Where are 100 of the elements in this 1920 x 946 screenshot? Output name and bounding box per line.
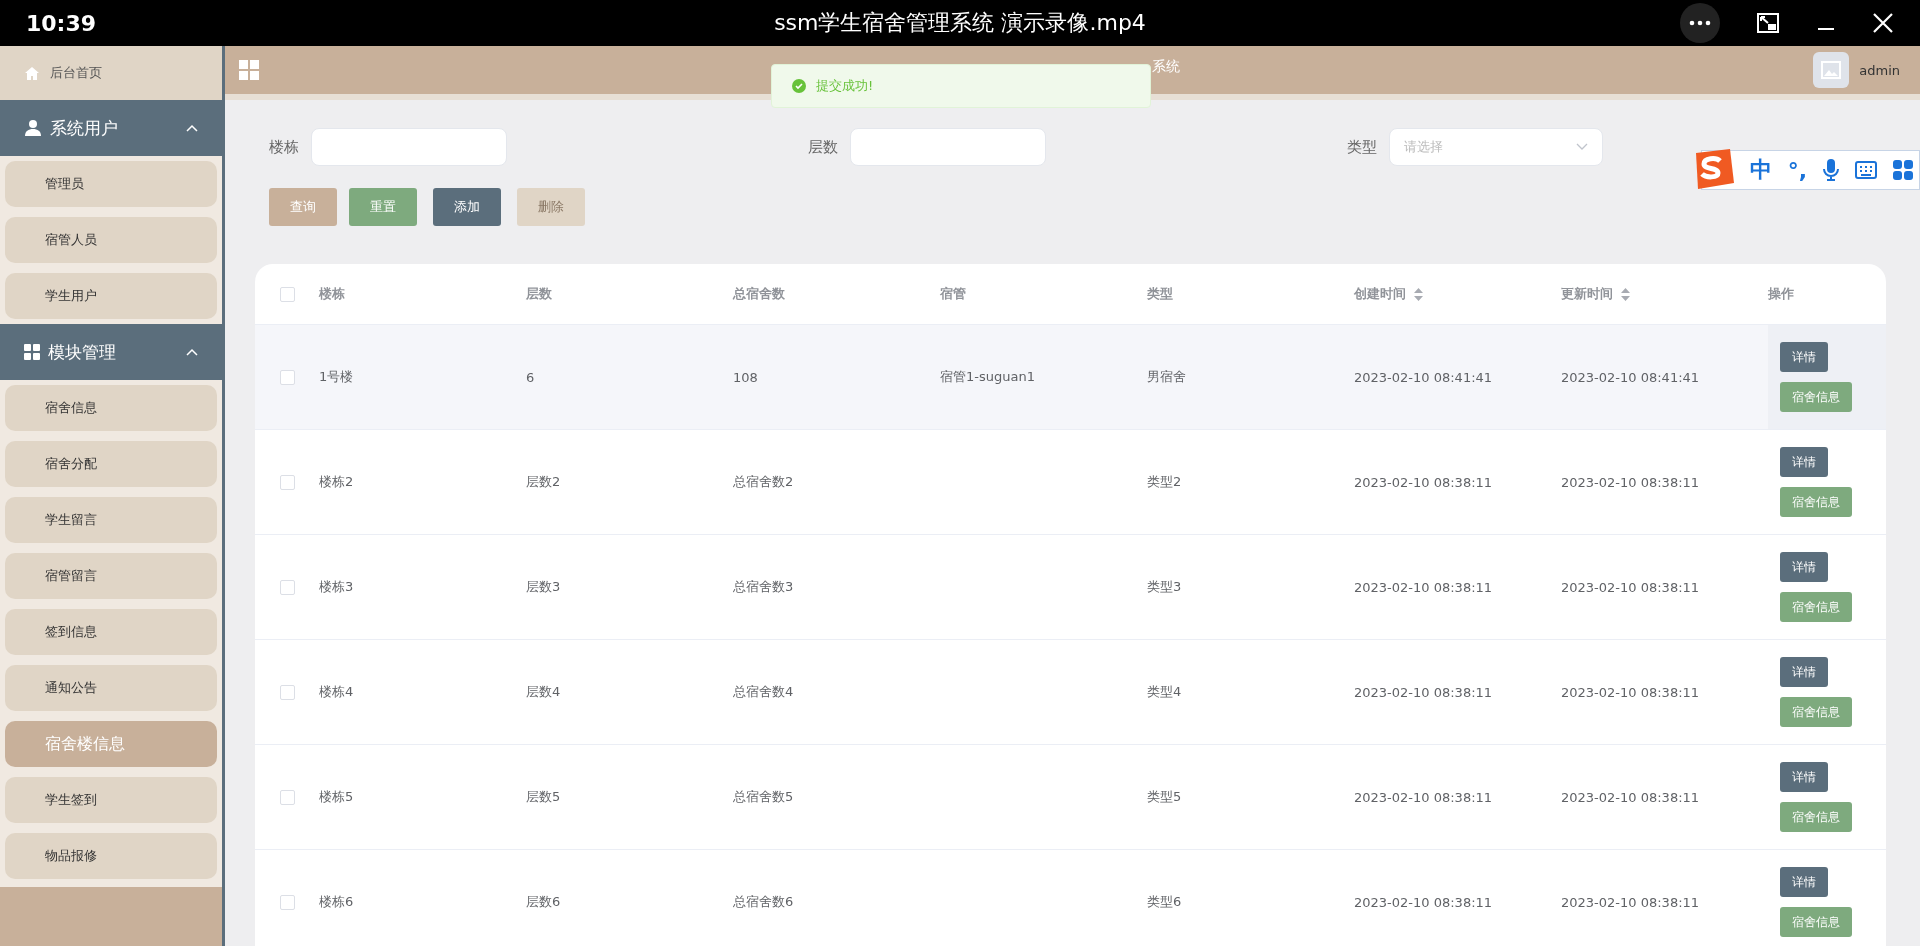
sidebar-item[interactable]: 宿舍分配 <box>5 441 217 487</box>
sidebar-item[interactable]: 管理员 <box>5 161 217 207</box>
chevron-icon <box>186 348 198 356</box>
table-cell: 2023-02-10 08:38:11 <box>1354 894 1493 910</box>
table-cell: 类型2 <box>1147 473 1182 491</box>
table-cell: 楼栋2 <box>319 473 354 491</box>
table-cell: 2023-02-10 08:38:11 <box>1354 789 1493 805</box>
table-cell: 宿管1-suguan1 <box>940 368 1035 386</box>
table-cell: 108 <box>733 369 758 385</box>
column-header: 操作 <box>1768 285 1794 303</box>
table-cell: 层数6 <box>526 893 561 911</box>
microphone-icon[interactable] <box>1823 159 1839 181</box>
table-cell: 类型3 <box>1147 578 1182 596</box>
row-action-button[interactable]: 详情 <box>1780 342 1828 372</box>
table-cell: 2023-02-10 08:38:11 <box>1561 789 1700 805</box>
row-action-button[interactable]: 详情 <box>1780 867 1828 897</box>
system-title: 系统 <box>1152 58 1180 76</box>
sidebar-item[interactable]: 学生用户 <box>5 273 217 319</box>
clock-time: 10:39 <box>26 10 97 36</box>
home-menu-item[interactable]: 后台首页 <box>0 46 222 100</box>
filter-label: 类型 <box>1347 137 1377 157</box>
home-icon <box>24 65 40 81</box>
punctuation-toggle[interactable]: °, <box>1787 157 1807 183</box>
table-cell: 楼栋4 <box>319 683 354 701</box>
checkbox[interactable] <box>279 474 295 490</box>
table-cell: 类型6 <box>1147 893 1182 911</box>
table-cell: 2023-02-10 08:38:11 <box>1354 684 1493 700</box>
username[interactable]: admin <box>1859 62 1900 78</box>
checkbox[interactable] <box>279 579 295 595</box>
sidebar-item[interactable]: 物品报修 <box>5 833 217 879</box>
table-cell: 2023-02-10 08:38:11 <box>1354 579 1493 595</box>
table-cell: 层数3 <box>526 578 561 596</box>
checkbox[interactable] <box>279 894 295 910</box>
table-cell: 6 <box>526 369 535 385</box>
sort-icon[interactable] <box>1414 287 1423 301</box>
table-cell: 层数4 <box>526 683 561 701</box>
column-header: 更新时间 <box>1561 285 1613 303</box>
sort-icon[interactable] <box>1621 287 1630 301</box>
table-cell: 类型4 <box>1147 683 1182 701</box>
action-button[interactable]: 重置 <box>349 188 417 226</box>
column-header: 总宿舍数 <box>733 285 785 303</box>
table-cell: 层数2 <box>526 473 561 491</box>
table-cell: 总宿舍数2 <box>733 473 794 491</box>
table-cell: 2023-02-10 08:41:41 <box>1354 369 1493 385</box>
sidebar-item[interactable]: 通知公告 <box>5 665 217 711</box>
column-header: 层数 <box>526 285 552 303</box>
sidebar-item[interactable]: 学生签到 <box>5 777 217 823</box>
chevron-icon <box>186 124 198 132</box>
dropdown-caret-icon <box>1576 143 1588 151</box>
video-title: ssm学生宿舍管理系统 演示录像.mp4 <box>774 9 1146 37</box>
success-icon <box>792 79 806 93</box>
sidebar-item[interactable]: 宿管留言 <box>5 553 217 599</box>
grid-icon[interactable] <box>1893 160 1913 180</box>
table-cell: 2023-02-10 08:38:11 <box>1561 894 1700 910</box>
row-action-button[interactable]: 宿舍信息 <box>1780 592 1852 622</box>
input-mode-toggle[interactable]: 中 <box>1749 155 1772 185</box>
sidebar-item[interactable]: 宿舍信息 <box>5 385 217 431</box>
table-cell: 楼栋6 <box>319 893 354 911</box>
keyboard-icon[interactable] <box>1855 161 1877 179</box>
action-button[interactable]: 添加 <box>433 188 501 226</box>
input-field[interactable] <box>311 128 507 166</box>
picture-in-picture-icon[interactable] <box>1756 12 1780 34</box>
sidebar-item[interactable]: 宿管人员 <box>5 217 217 263</box>
table-cell: 2023-02-10 08:38:11 <box>1561 474 1700 490</box>
row-action-button[interactable]: 详情 <box>1780 447 1828 477</box>
row-action-button[interactable]: 详情 <box>1780 762 1828 792</box>
row-action-button[interactable]: 宿舍信息 <box>1780 802 1852 832</box>
filter-label: 楼栋 <box>269 137 299 157</box>
avatar-image-icon[interactable] <box>1813 52 1850 88</box>
table-cell: 楼栋5 <box>319 788 354 806</box>
menu-group-header[interactable]: 系统用户 <box>0 100 222 156</box>
row-action-button[interactable]: 宿舍信息 <box>1780 487 1852 517</box>
checkbox[interactable] <box>279 684 295 700</box>
sidebar-item[interactable]: 学生留言 <box>5 497 217 543</box>
table-cell: 类型5 <box>1147 788 1182 806</box>
row-action-button[interactable]: 详情 <box>1780 552 1828 582</box>
sidebar-item[interactable]: 签到信息 <box>5 609 217 655</box>
more-icon[interactable] <box>1680 3 1720 43</box>
table-cell: 总宿舍数4 <box>733 683 794 701</box>
close-icon[interactable] <box>1872 12 1894 34</box>
table-cell: 2023-02-10 08:38:11 <box>1561 684 1700 700</box>
row-action-button[interactable]: 详情 <box>1780 657 1828 687</box>
grid-icon <box>24 344 40 360</box>
checkbox[interactable] <box>279 789 295 805</box>
menu-group-header[interactable]: 模块管理 <box>0 324 222 380</box>
grid-icon[interactable] <box>239 60 259 80</box>
table-cell: 总宿舍数5 <box>733 788 794 806</box>
checkbox[interactable] <box>279 369 295 385</box>
table-cell: 2023-02-10 08:38:11 <box>1354 474 1493 490</box>
table-cell: 层数5 <box>526 788 561 806</box>
row-action-button[interactable]: 宿舍信息 <box>1780 382 1852 412</box>
row-action-button[interactable]: 宿舍信息 <box>1780 907 1852 937</box>
filter-label: 层数 <box>808 137 838 157</box>
checkbox[interactable] <box>279 286 295 302</box>
input-field[interactable] <box>850 128 1046 166</box>
action-button[interactable]: 删除 <box>517 188 585 226</box>
user-icon <box>24 119 42 137</box>
row-action-button[interactable]: 宿舍信息 <box>1780 697 1852 727</box>
table-cell: 1号楼 <box>319 368 354 386</box>
toast-message: 提交成功! <box>816 77 874 95</box>
